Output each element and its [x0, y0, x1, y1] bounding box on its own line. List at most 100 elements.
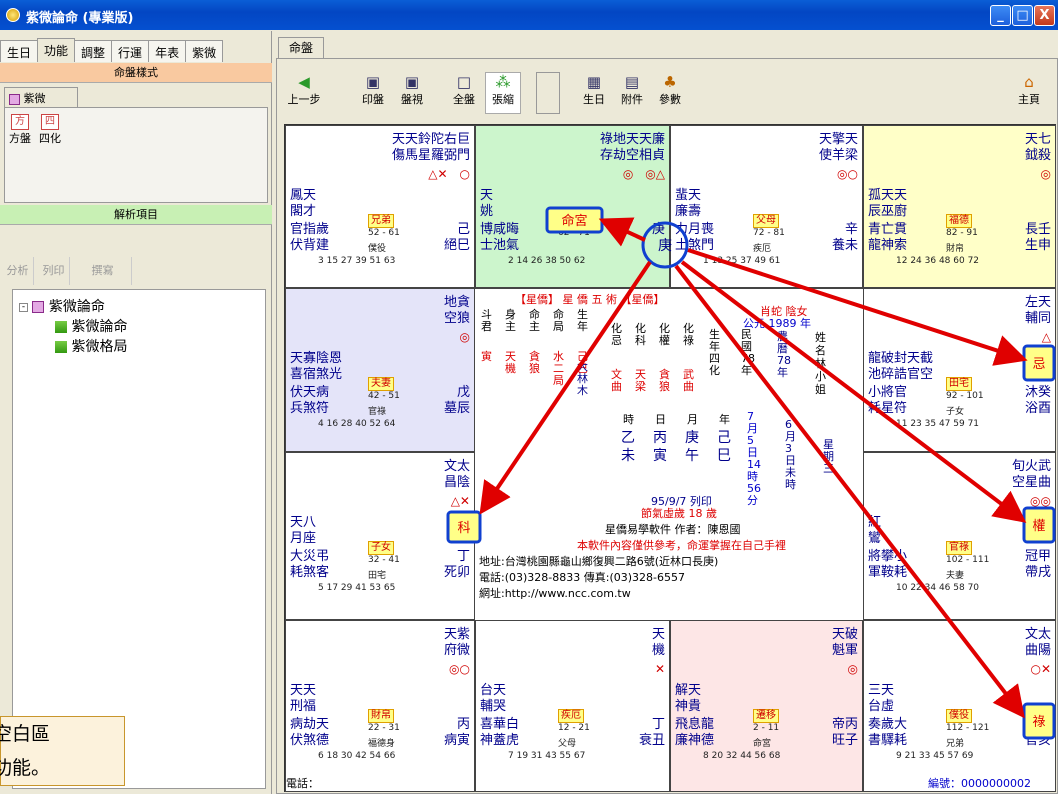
tree-item[interactable]: 紫微論命	[55, 316, 127, 336]
subtab-ziwei[interactable]: 紫微	[4, 87, 78, 107]
ages-list: 2 14 26 38 50 62	[508, 256, 586, 266]
hua-value: 武曲	[683, 368, 694, 393]
birthday-button[interactable]: ▦ 生日	[576, 72, 612, 114]
tab-ziwei[interactable]: 紫微	[185, 40, 224, 62]
left-tabs: 生日 功能 調整 行運 年表 紫微	[0, 38, 224, 62]
minor-stars-4: 書驛耗	[868, 733, 908, 748]
branch: 墓辰	[443, 401, 470, 416]
palace-name: 田宅	[946, 377, 972, 391]
maximize-button[interactable]: □	[1012, 5, 1033, 26]
palace-cell[interactable]: 左天 輔同 △ 龍破封天截 池碎誥官空 小將官 耗星符 田宅 92 - 101 子女 沐癸 浴酉 11 …	[863, 288, 1056, 452]
tab-yearly[interactable]: 年表	[148, 40, 187, 62]
palace-cell[interactable]: 天破 魁軍 ◎ 解天 神貴 飛息龍 廉神德 遷移 2 - 11 命宮 帝丙 旺子 8 20 32 44 …	[670, 620, 863, 792]
tooltip-line: 空白區	[0, 723, 51, 745]
palace-cell[interactable]: 天七 鉞殺 ◎ 孤天天 辰巫廚 青亡貫 龍神索 福德 82 - 91 財帛 長壬 生申 12 24 36…	[863, 125, 1056, 288]
stem: 丙	[456, 717, 470, 732]
params-button[interactable]: ♣ 參數	[652, 72, 688, 114]
collapse-icon[interactable]: -	[19, 302, 28, 312]
tab-birthday[interactable]: 生日	[0, 40, 39, 62]
style-square[interactable]: 方 方盤	[9, 114, 31, 146]
secondary-palace: 父母	[558, 739, 577, 749]
hua-label: 化忌	[611, 322, 622, 347]
minor-stars-3: 伏天病	[290, 385, 330, 400]
stem: 長壬	[1024, 222, 1051, 237]
minor-stars-1: 孤天天	[868, 188, 908, 203]
palace-cell[interactable]: 天紫 府微 ◎○ 天天 刑福 病劫天 伏煞德 財帛 22 - 31 福德身 丙病寅 6 18 30 4…	[285, 620, 475, 792]
palace-name: 夫妻	[368, 377, 394, 391]
stem: 冠甲	[1024, 549, 1051, 564]
palace-cell[interactable]: 文太 曲陽 ○✕ 三天 台虛 奏歲大 書驛耗 僕役 112 - 121 兄弟 臨乙 官亥 9 21 33…	[863, 620, 1056, 792]
attachment-label: 附件	[621, 93, 643, 106]
branch: 生申	[1024, 238, 1051, 253]
pillar-ganzhi: 丙寅	[653, 430, 667, 464]
chart-view-button[interactable]: ▣ 盤視	[394, 72, 430, 114]
ziwei-icon	[9, 93, 20, 105]
pillar-ganzhi: 己巳	[717, 430, 731, 464]
close-button[interactable]: X	[1034, 5, 1055, 26]
tab-function[interactable]: 功能	[37, 38, 76, 62]
minor-stars-3: 博咸晦	[480, 222, 520, 237]
blank-button-upper[interactable]	[536, 72, 560, 114]
main-stars: 天紫	[443, 627, 470, 642]
expand-button[interactable]: ⁂ 張縮	[485, 72, 521, 114]
software-credit: 星僑易學軟件 作者：陳恩國	[605, 523, 741, 536]
main-stars-2: 昌陰	[443, 475, 470, 490]
section-chart-style: 命盤樣式	[0, 63, 272, 83]
tab-adjust[interactable]: 調整	[74, 40, 113, 62]
minor-stars-2: 月座	[290, 531, 317, 546]
minor-stars-2: 閣才	[290, 204, 317, 219]
main-stars: 文太	[443, 459, 470, 474]
main-stars-2: 空狼	[443, 311, 470, 326]
tree-root[interactable]: - 紫微論命	[19, 296, 105, 316]
tooltip-callout: 空白區 功能。	[0, 716, 125, 786]
left-panel: 生日 功能 調整 行運 年表 紫微 命盤樣式 紫微 方 方盤 四 四化 解析項目…	[0, 31, 272, 794]
palace-cell[interactable]: 地貪 空狼 ◎ 天寡陰恩 喜宿煞光 伏天病 兵煞符 夫妻 42 - 51 官祿 戊墓辰 4 16 28…	[285, 288, 475, 452]
palace-cell[interactable]: 旬火武 空星曲 ◎◎ 紅鸞將攀小 軍鞍耗 官祿 102 - 111 夫妻 冠甲 帶戌 10 22 3…	[863, 452, 1056, 620]
weekday: 星期三	[823, 438, 834, 475]
palace-name: 財帛	[368, 709, 394, 723]
home-button[interactable]: ⌂ 主頁	[1010, 72, 1048, 114]
decade-age: 22 - 31	[368, 723, 400, 733]
lunar-birth: 6月3日未時	[785, 418, 796, 491]
home-icon: ⌂	[1024, 73, 1034, 91]
palace-cell[interactable]: 天天鈴陀右巨 傷馬星羅弼門 △✕ ○ 鳳天 閣才 官指歲 伏背建 兄弟 52 - 61 僕役 己絕巳…	[285, 125, 475, 288]
minor-stars-2: 鸞	[868, 531, 882, 546]
palace-cell[interactable]: 天機 ✕ 台天 輔哭 喜華白 神蓋虎 疾厄 12 - 21 父母 丁衰丑 7 19 31 43 55…	[475, 620, 670, 792]
hua-value: 天梁	[635, 368, 646, 393]
back-button[interactable]: ◀ 上一步	[285, 72, 323, 114]
palace-cell[interactable]: 文太 昌陰 △✕ 天八 月座 大災弔 耗煞客 子女 32 - 41 田宅 丁死卯 5 17 29 41…	[285, 452, 475, 620]
minor-stars-1: 解天	[675, 683, 702, 698]
compose-button[interactable]: 撰寫	[74, 257, 132, 285]
branch: 死卯	[443, 565, 470, 580]
pillar-ganzhi: 乙未	[621, 430, 635, 464]
book-icon	[55, 321, 67, 333]
tooltip-line: 功能。	[0, 757, 51, 779]
style-pane: 方 方盤 四 四化	[4, 107, 268, 203]
nayin: 大林木	[577, 360, 588, 397]
minimize-button[interactable]: _	[990, 5, 1011, 26]
main-stars: 左天	[1024, 295, 1051, 310]
print-button[interactable]: 列印	[38, 257, 70, 285]
main-stars: 祿地天天廉	[599, 132, 665, 147]
brightness-marks: △✕ ○	[428, 167, 470, 181]
main-stars-2: 機	[651, 643, 665, 658]
analyze-button[interactable]: 分析	[2, 257, 34, 285]
disclaimer: 本軟件內容僅供參考，命運掌握在自己手裡	[577, 539, 786, 552]
palace-cell[interactable]: 祿地天天廉 存劫空相貞 ◎ ◎△ 天姚博咸晦 士池氣 命宮 62 - 71 庚 2 14 26 …	[475, 125, 670, 288]
hua-label: 化權	[659, 322, 670, 347]
attachment-button[interactable]: ▤ 附件	[614, 72, 650, 114]
branch: 病寅	[443, 733, 470, 748]
palace-cell[interactable]: 天擎天 使羊梁 ◎○ 蜚天 廉壽 力月喪 土煞門 父母 72 - 81 疾厄 辛養未 1 13 25 …	[670, 125, 863, 288]
params-label: 參數	[659, 93, 681, 106]
stem: 辛	[844, 222, 858, 237]
tab-chart[interactable]: 命盤	[278, 37, 324, 59]
decade-age: 92 - 101	[946, 391, 984, 401]
style-sihua[interactable]: 四 四化	[39, 114, 61, 146]
tab-fortune[interactable]: 行運	[111, 40, 150, 62]
tree-item[interactable]: 紫微格局	[55, 336, 127, 356]
main-stars-2: 空星曲	[1011, 475, 1051, 490]
center-col-label: 生年	[577, 308, 588, 333]
full-chart-button[interactable]: □ 全盤	[446, 72, 482, 114]
minor-stars-1: 台天	[480, 683, 507, 698]
print-chart-button[interactable]: ▣ 印盤	[355, 72, 391, 114]
